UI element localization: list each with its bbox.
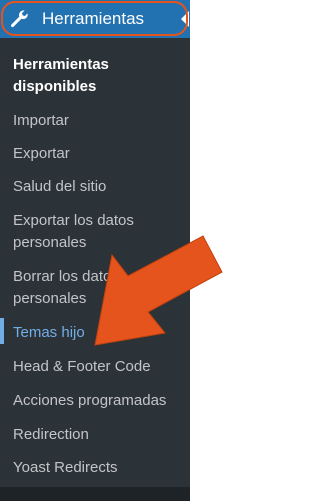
submenu-item-export-personal-data[interactable]: Exportar los datos personales [13, 210, 183, 254]
tools-menu-title: Herramientas [42, 9, 145, 28]
tools-menu-header[interactable]: Herramientas [0, 0, 190, 38]
submenu-item-redirection[interactable]: Redirection [13, 424, 183, 446]
sidebar-bottom [0, 487, 190, 501]
submenu-item-erase-personal-data[interactable]: Borrar los datos personales [13, 266, 183, 310]
submenu-item-available-tools[interactable]: Herramientas disponibles [13, 54, 183, 98]
current-menu-caret [181, 11, 189, 27]
submenu-item-head-footer-code[interactable]: Head & Footer Code [13, 356, 183, 378]
tools-submenu [0, 38, 190, 487]
submenu-item-scheduled-actions[interactable]: Acciones programadas [13, 390, 183, 412]
submenu-item-child-themes[interactable]: Temas hijo [13, 322, 183, 344]
submenu-item-site-health[interactable]: Salud del sitio [13, 176, 183, 198]
submenu-item-yoast-redirects[interactable]: Yoast Redirects [13, 457, 183, 479]
active-item-indicator [0, 318, 4, 344]
submenu-item-export[interactable]: Exportar [13, 143, 183, 165]
wrench-icon [10, 10, 28, 28]
submenu-item-import[interactable]: Importar [13, 110, 183, 132]
admin-sidebar: Herramientas Herramientas disponibles Im… [0, 0, 190, 501]
